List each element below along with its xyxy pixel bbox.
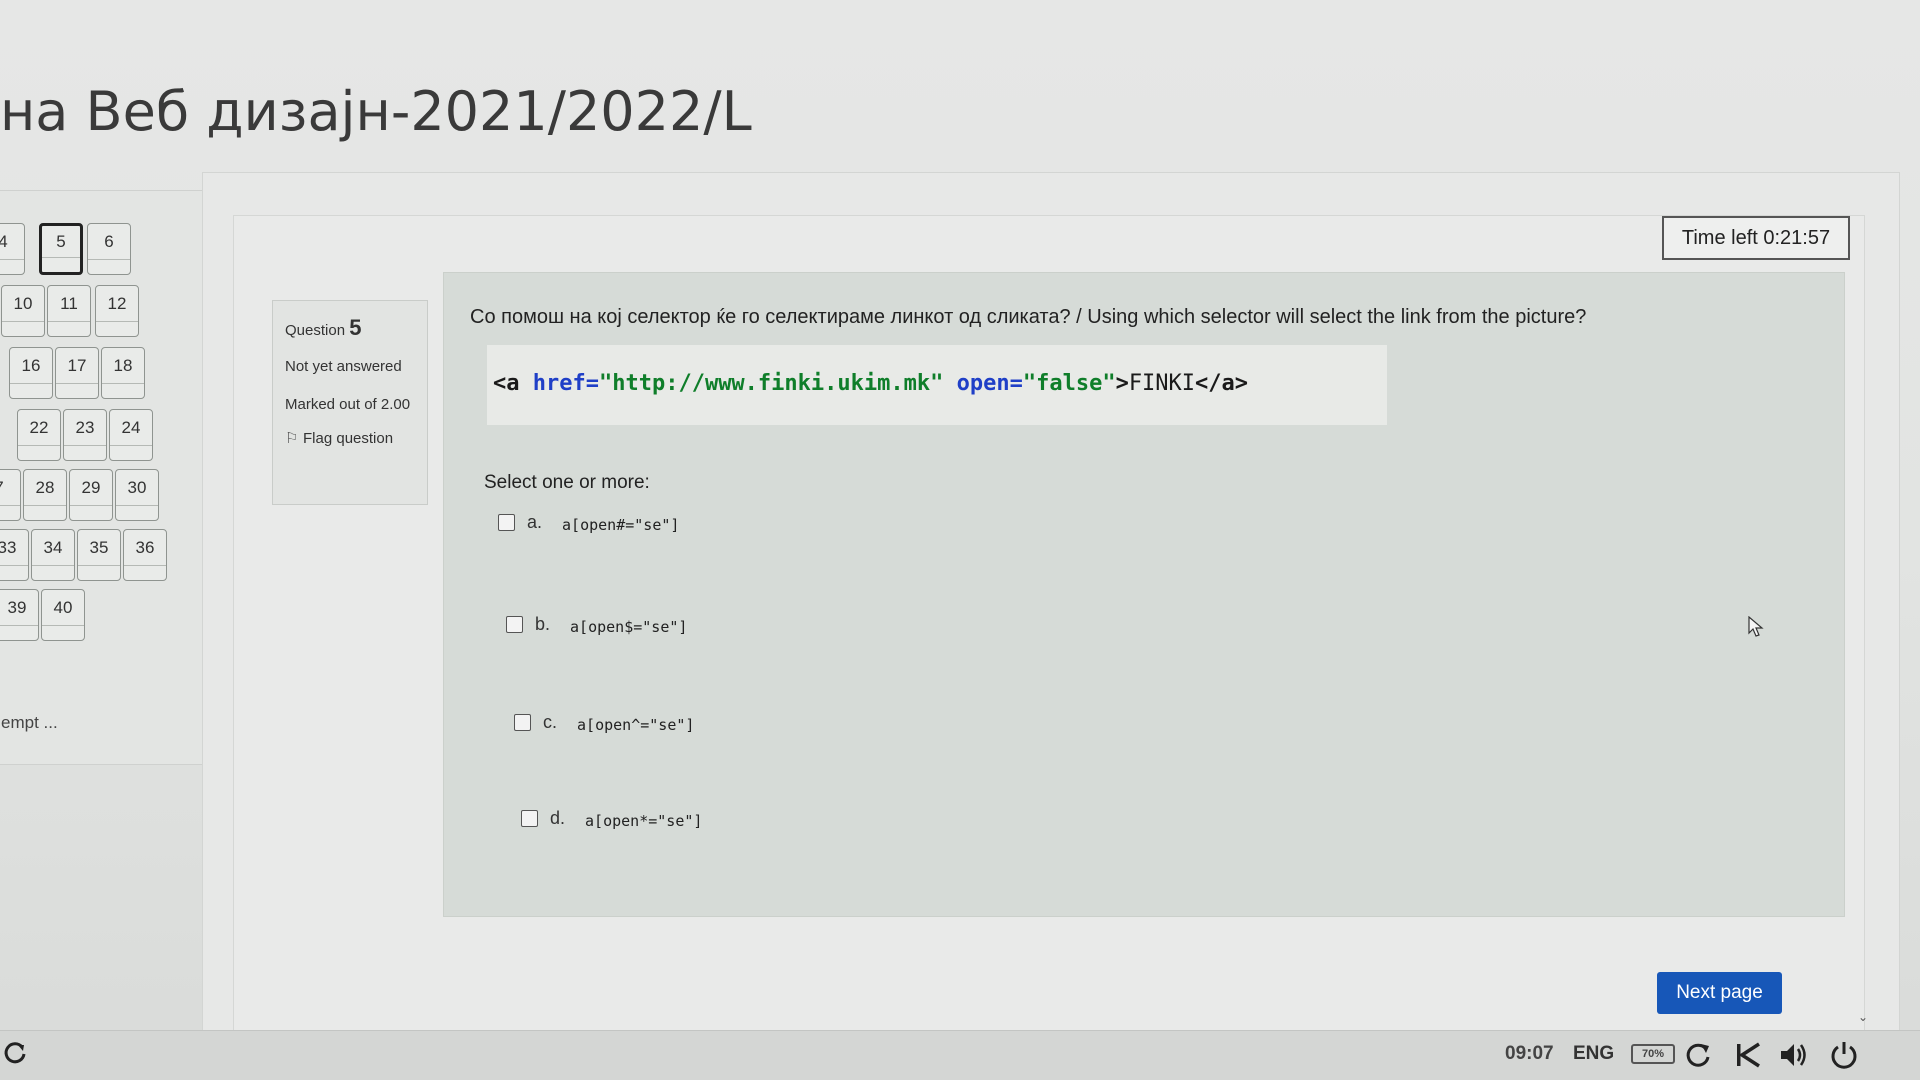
- nav-question-23[interactable]: 23: [63, 409, 107, 461]
- nav-question-36[interactable]: 36: [123, 529, 167, 581]
- answer-option-b[interactable]: b. a[open$="se"]: [506, 612, 687, 636]
- answer-checkbox-b[interactable]: [506, 615, 523, 633]
- time-left-timer: Time left 0:21:57: [1662, 216, 1850, 260]
- next-page-button[interactable]: Next page: [1657, 972, 1782, 1014]
- nav-question-29[interactable]: 29: [69, 469, 113, 521]
- nav-question-39[interactable]: 39: [0, 589, 39, 641]
- flag-question-link[interactable]: ⚐ Flag question: [285, 429, 415, 447]
- nav-question-4[interactable]: 4: [0, 223, 25, 275]
- answer-checkbox-c[interactable]: [514, 713, 531, 731]
- answer-code-b: a[open$="se"]: [570, 618, 688, 636]
- nav-question-34[interactable]: 34: [31, 529, 75, 581]
- answer-checkbox-d[interactable]: [521, 809, 538, 827]
- question-text: Со помош на кој селектор ќе го селектира…: [470, 306, 1587, 328]
- nav-question-6[interactable]: 6: [87, 223, 131, 275]
- code-link-text: FINKI: [1128, 371, 1196, 396]
- code-value-href: "http://www.finki.ukim.mk": [598, 371, 944, 396]
- question-grade: Marked out of 2.00: [285, 396, 411, 413]
- question-number-value: 5: [349, 315, 362, 340]
- taskbar: 09:07 ENG 70%: [0, 1030, 1920, 1080]
- code-tag-open: <a: [493, 371, 520, 396]
- answer-option-a[interactable]: a. a[open#="se"]: [498, 510, 679, 534]
- flag-icon: ⚐: [285, 430, 299, 447]
- battery-indicator: 70%: [1631, 1044, 1675, 1064]
- answer-code-d: a[open*="se"]: [585, 812, 703, 830]
- nav-question-5-current[interactable]: 5: [39, 223, 83, 275]
- code-attr-open: open=: [956, 371, 1023, 396]
- answer-option-c[interactable]: c. a[open^="se"]: [514, 710, 694, 734]
- code-attr-href: href=: [532, 371, 599, 396]
- mouse-cursor-icon: [1748, 616, 1764, 637]
- course-title: на Веб дизајн-2021/2022/L: [0, 80, 752, 143]
- nav-question-28[interactable]: 28: [23, 469, 67, 521]
- nav-question-30[interactable]: 30: [115, 469, 159, 521]
- nav-question-24[interactable]: 24: [109, 409, 153, 461]
- nav-question-11[interactable]: 11: [47, 285, 91, 337]
- question-label: Question: [285, 322, 346, 339]
- volume-icon[interactable]: [1778, 1039, 1810, 1071]
- finish-attempt-link[interactable]: empt ...: [1, 713, 58, 733]
- code-tag-close: </a>: [1195, 371, 1249, 396]
- nav-question-17[interactable]: 17: [55, 347, 99, 399]
- nav-question-27[interactable]: 7: [0, 469, 21, 521]
- question-state: Not yet answered: [285, 358, 402, 375]
- answer-checkbox-a[interactable]: [498, 513, 515, 531]
- code-value-open: "false": [1022, 371, 1116, 396]
- question-info-panel: Question 5 Not yet answered Marked out o…: [272, 300, 428, 505]
- answer-letter-b: b.: [535, 613, 551, 634]
- answer-letter-c: c.: [543, 711, 558, 732]
- taskbar-clock: 09:07: [1505, 1043, 1554, 1064]
- nav-question-40[interactable]: 40: [41, 589, 85, 641]
- answer-letter-a: a.: [527, 511, 543, 532]
- power-icon[interactable]: [1828, 1039, 1860, 1071]
- answer-prompt: Select one or more:: [484, 472, 650, 493]
- nav-question-22[interactable]: 22: [17, 409, 61, 461]
- answer-code-c: a[open^="se"]: [577, 716, 695, 734]
- nav-question-16[interactable]: 16: [9, 347, 53, 399]
- taskbar-language[interactable]: ENG: [1573, 1043, 1614, 1065]
- nav-question-18[interactable]: 18: [101, 347, 145, 399]
- nav-question-12[interactable]: 12: [95, 285, 139, 337]
- code-sample: <a href="http://www.finki.ukim.mk" open=…: [487, 345, 1387, 425]
- reload-icon[interactable]: [1682, 1039, 1714, 1071]
- refresh-icon[interactable]: [2, 1039, 30, 1067]
- flag-question-label: Flag question: [303, 430, 394, 447]
- nav-question-10[interactable]: 10: [1, 285, 45, 337]
- answer-option-d[interactable]: d. a[open*="se"]: [521, 806, 702, 830]
- nav-question-33[interactable]: 33: [0, 529, 29, 581]
- scroll-down-icon[interactable]: ⌄: [1858, 1010, 1868, 1024]
- question-number: Question 5: [285, 315, 415, 341]
- answer-code-a: a[open#="se"]: [562, 516, 680, 534]
- code-tag-end: >: [1115, 371, 1129, 396]
- answer-letter-d: d.: [550, 807, 566, 828]
- nav-question-35[interactable]: 35: [77, 529, 121, 581]
- back-icon[interactable]: [1732, 1039, 1764, 1071]
